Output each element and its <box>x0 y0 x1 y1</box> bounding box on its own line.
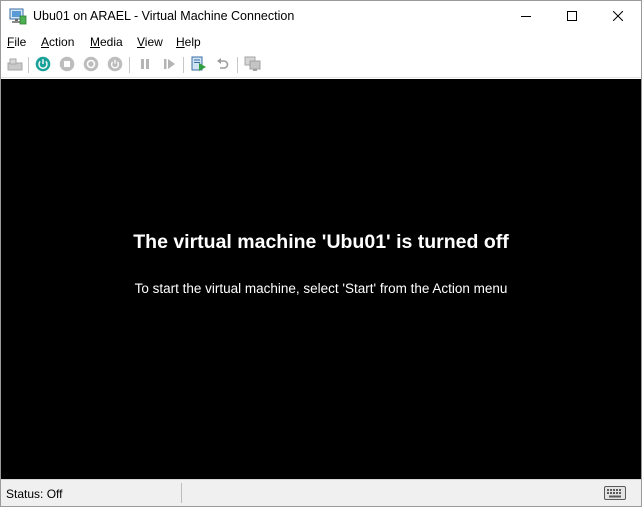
toolbar-separator <box>28 57 29 73</box>
checkpoint-icon <box>191 56 207 75</box>
maximize-icon <box>567 10 577 24</box>
resume-icon <box>161 56 177 75</box>
vm-state-heading: The virtual machine 'Ubu01' is turned of… <box>133 231 509 253</box>
revert-icon <box>215 56 231 75</box>
turn-off-button[interactable] <box>58 56 76 74</box>
vm-connection-icon <box>9 8 27 25</box>
start-button[interactable] <box>34 56 52 74</box>
minimize-icon <box>521 10 531 24</box>
enhanced-session-icon <box>244 56 262 75</box>
save-icon <box>107 56 123 75</box>
shut-down-icon <box>83 56 99 75</box>
maximize-button[interactable] <box>549 1 595 32</box>
toolbar-separator <box>129 57 130 73</box>
start-icon <box>35 56 51 75</box>
enhanced-session-button[interactable] <box>244 56 262 74</box>
window-title: Ubu01 on ARAEL - Virtual Machine Connect… <box>33 9 295 23</box>
resume-button[interactable] <box>160 56 178 74</box>
menu-bar: File Action Media View Help <box>1 32 641 52</box>
toolbar-separator <box>237 57 238 73</box>
minimize-button[interactable] <box>503 1 549 32</box>
close-button[interactable] <box>595 1 641 32</box>
vm-start-instructions: To start the virtual machine, select 'St… <box>134 281 508 296</box>
pause-icon <box>137 56 153 75</box>
shut-down-button[interactable] <box>82 56 100 74</box>
vm-connection-window: Ubu01 on ARAEL - Virtual Machine Connect… <box>0 0 642 507</box>
close-icon <box>612 10 624 24</box>
menu-help[interactable]: Help <box>176 35 201 49</box>
turn-off-icon <box>59 56 75 75</box>
pause-button[interactable] <box>136 56 154 74</box>
vm-display[interactable]: The virtual machine 'Ubu01' is turned of… <box>1 79 641 479</box>
menu-view[interactable]: View <box>137 35 163 49</box>
revert-button[interactable] <box>214 56 232 74</box>
toolbar <box>1 52 641 78</box>
keyboard-icon[interactable] <box>604 486 626 500</box>
toolbar-separator <box>183 57 184 73</box>
checkpoint-button[interactable] <box>190 56 208 74</box>
title-bar[interactable]: Ubu01 on ARAEL - Virtual Machine Connect… <box>1 1 641 32</box>
status-text: Status: Off <box>6 487 63 501</box>
menu-file[interactable]: File <box>7 35 26 49</box>
ctrl-alt-del-button[interactable] <box>6 56 24 74</box>
menu-action[interactable]: Action <box>41 35 74 49</box>
ctrl-alt-del-icon <box>7 56 23 75</box>
status-bar: Status: Off <box>1 479 641 506</box>
status-separator <box>181 483 182 503</box>
menu-media[interactable]: Media <box>90 35 123 49</box>
save-button[interactable] <box>106 56 124 74</box>
